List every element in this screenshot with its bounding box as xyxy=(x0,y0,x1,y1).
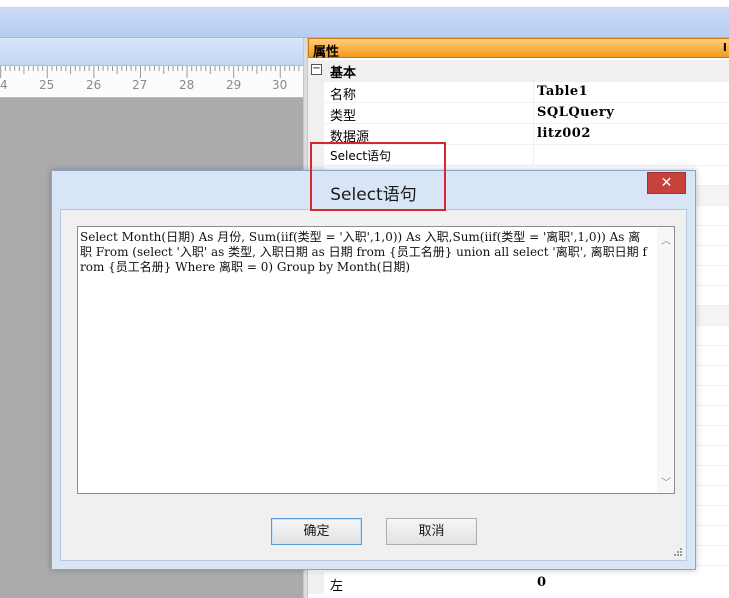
close-button[interactable]: ✕ xyxy=(647,172,686,194)
column-divider xyxy=(533,145,534,165)
ruler-label: 29 xyxy=(226,78,242,92)
cancel-button[interactable]: 取消 xyxy=(386,518,477,545)
row-gutter xyxy=(308,124,324,144)
ruler-label: 27 xyxy=(132,78,148,92)
row-gutter xyxy=(308,82,324,102)
column-divider xyxy=(533,82,534,102)
ruler-label: 30 xyxy=(272,78,288,92)
property-value[interactable]: Table1 xyxy=(537,84,588,99)
sql-text: Select Month(日期) As 月份, Sum(iif(类型 = '入职… xyxy=(80,230,647,274)
title-band xyxy=(0,8,729,38)
category-label: 基本 xyxy=(330,66,357,81)
property-key: 左 xyxy=(330,579,344,594)
property-key: Select语句 xyxy=(330,149,392,163)
property-row-datasource[interactable]: 数据源 litz002 xyxy=(308,124,729,145)
property-value[interactable]: 0 xyxy=(537,575,546,590)
row-gutter xyxy=(308,103,324,123)
property-panel-header: 属性 I xyxy=(308,38,729,60)
top-strip xyxy=(0,0,729,8)
property-panel-title: 属性 xyxy=(313,45,340,60)
column-divider xyxy=(533,103,534,123)
ok-button[interactable]: 确定 xyxy=(271,518,362,545)
horizontal-ruler: 4 25 26 27 28 29 30 xyxy=(0,66,303,98)
property-row-name[interactable]: 名称 Table1 xyxy=(308,82,729,103)
row-gutter xyxy=(308,572,324,594)
vertical-scrollbar[interactable]: ︿ ﹀ xyxy=(657,227,674,493)
property-key: 数据源 xyxy=(330,130,370,145)
ruler-label: 4 xyxy=(0,78,8,92)
dialog-title: Select语句 xyxy=(330,185,417,205)
property-key: 名称 xyxy=(330,88,357,103)
property-value[interactable]: SQLQuery xyxy=(537,105,614,120)
ruler-label: 26 xyxy=(86,78,102,92)
resize-grip-icon[interactable] xyxy=(673,547,683,557)
property-row-select-statement[interactable]: Select语句 xyxy=(308,145,729,166)
property-key: 类型 xyxy=(330,109,357,124)
scroll-down-icon[interactable]: ﹀ xyxy=(661,474,671,489)
property-row-left[interactable]: 左 0 xyxy=(308,572,729,594)
property-value[interactable]: litz002 xyxy=(537,126,591,141)
close-icon: ✕ xyxy=(660,175,673,191)
dialog-body: Select Month(日期) As 月份, Sum(iif(类型 = '入职… xyxy=(60,209,687,561)
ruler-label: 28 xyxy=(179,78,195,92)
pin-icon[interactable]: I xyxy=(723,41,727,54)
designer-header xyxy=(0,38,303,66)
select-statement-dialog: Select语句 ✕ Select Month(日期) As 月份, Sum(i… xyxy=(51,170,696,570)
collapse-icon[interactable]: − xyxy=(311,64,322,75)
column-divider xyxy=(533,124,534,144)
property-row-type[interactable]: 类型 SQLQuery xyxy=(308,103,729,124)
row-gutter xyxy=(308,145,324,165)
sql-textarea[interactable]: Select Month(日期) As 月份, Sum(iif(类型 = '入职… xyxy=(77,226,675,494)
ruler-label: 25 xyxy=(39,78,55,92)
scroll-up-icon[interactable]: ︿ xyxy=(661,232,671,247)
category-row-basic[interactable]: − 基本 xyxy=(308,60,729,82)
